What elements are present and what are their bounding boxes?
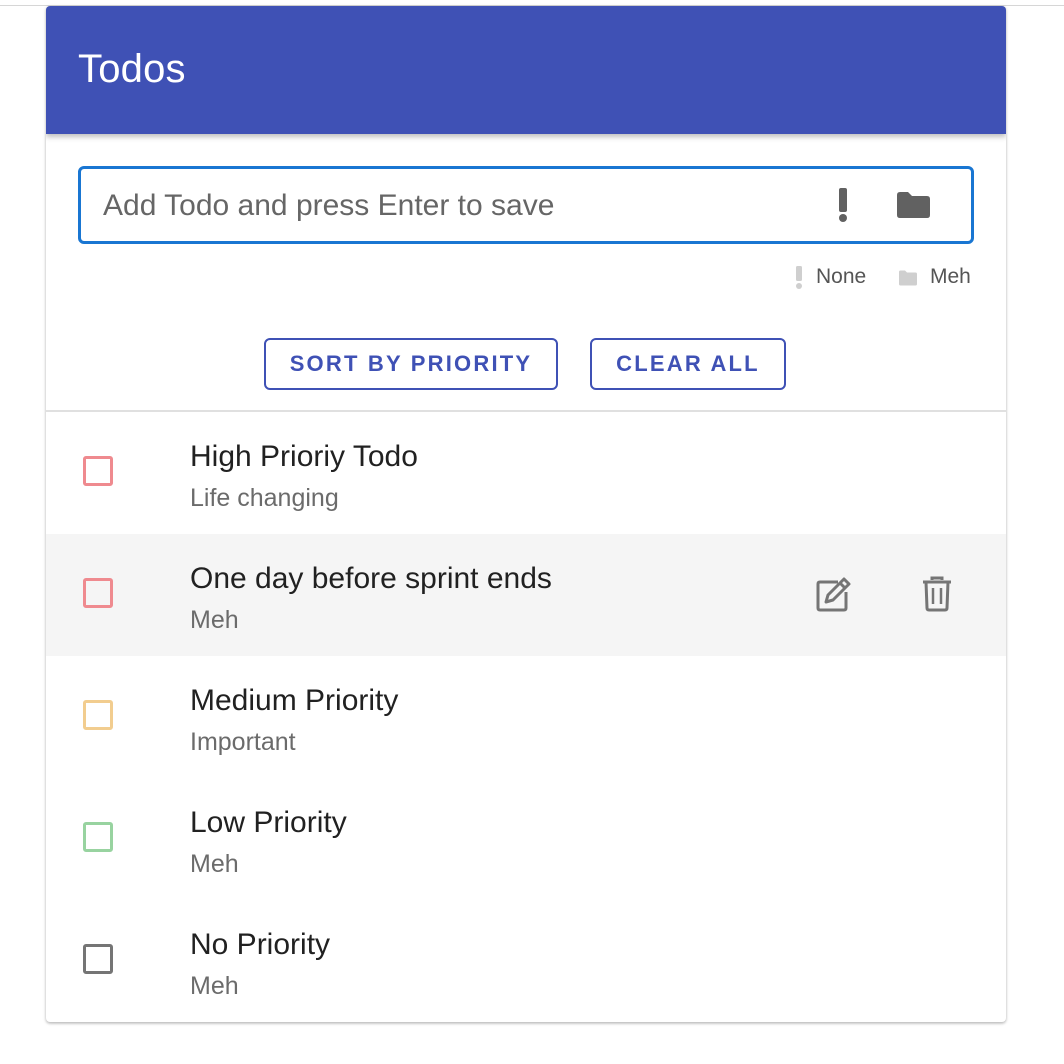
folder-icon[interactable] xyxy=(895,191,931,219)
sort-by-priority-button[interactable]: SORT BY PRIORITY xyxy=(264,338,558,390)
todo-row[interactable]: High Prioriy Todo Life changing xyxy=(46,412,1006,534)
todo-project: Meh xyxy=(190,850,239,878)
folder-icon xyxy=(899,270,917,286)
delete-icon[interactable] xyxy=(922,576,952,612)
todo-row[interactable]: One day before sprint ends Meh xyxy=(46,534,1006,656)
exclamation-icon xyxy=(796,266,802,289)
todo-title: No Priority xyxy=(190,928,331,961)
todo-title: High Prioriy Todo xyxy=(190,440,418,473)
todo-list: High Prioriy Todo Life changing One day … xyxy=(46,412,1006,1022)
todo-checkbox[interactable] xyxy=(83,578,113,608)
todo-project: Important xyxy=(190,728,296,756)
app-bar: Todos xyxy=(46,6,1006,134)
add-todo-field[interactable] xyxy=(78,166,974,244)
todo-card: Todos None Meh SORT BY PRIORITY CLEAR AL… xyxy=(46,6,1006,1022)
todo-title: One day before sprint ends xyxy=(190,562,552,595)
todo-project: Meh xyxy=(190,972,239,1000)
add-todo-input[interactable] xyxy=(101,169,805,243)
todo-row[interactable]: Low Priority Meh xyxy=(46,778,1006,900)
todo-title: Low Priority xyxy=(190,806,347,839)
todo-checkbox[interactable] xyxy=(83,456,113,486)
todo-project: Life changing xyxy=(190,484,339,512)
todo-checkbox[interactable] xyxy=(83,822,113,852)
todo-row[interactable]: Medium Priority Important xyxy=(46,656,1006,778)
todo-checkbox[interactable] xyxy=(83,700,113,730)
edit-icon[interactable] xyxy=(814,576,852,614)
selected-priority-label: None xyxy=(816,265,867,288)
clear-all-button[interactable]: CLEAR ALL xyxy=(590,338,786,390)
todo-checkbox[interactable] xyxy=(83,944,113,974)
todo-row[interactable]: No Priority Meh xyxy=(46,900,1006,1022)
app-title: Todos xyxy=(78,47,186,91)
todo-project: Meh xyxy=(190,606,239,634)
todo-title: Medium Priority xyxy=(190,684,399,717)
selected-project-label: Meh xyxy=(930,265,971,288)
exclamation-icon[interactable] xyxy=(831,187,855,223)
